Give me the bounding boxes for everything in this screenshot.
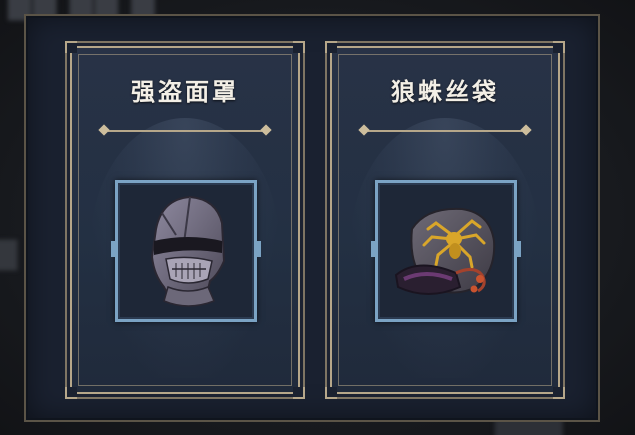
item-name: 狼蛛丝袋 <box>391 78 499 106</box>
card-corner-ornament <box>325 41 337 53</box>
item-icon-frame[interactable] <box>371 180 521 322</box>
reward-card-bandit-mask[interactable]: 强盗面罩 <box>65 41 305 399</box>
card-corner-ornament <box>325 387 337 399</box>
title-divider <box>358 124 532 136</box>
title-divider <box>98 124 272 136</box>
item-icon-frame[interactable] <box>111 180 261 322</box>
card-corner-ornament <box>293 387 305 399</box>
reward-card-tarantula-silk-bag[interactable]: 狼蛛丝袋 <box>325 41 565 399</box>
item-name: 强盗面罩 <box>131 78 239 106</box>
card-corner-ornament <box>65 41 77 53</box>
tarantula-silk-bag-icon <box>394 207 496 295</box>
card-corner-ornament <box>293 41 305 53</box>
card-corner-ornament <box>553 387 565 399</box>
card-corner-ornament <box>553 41 565 53</box>
background-blur-text: ▇ <box>0 236 18 271</box>
card-corner-ornament <box>65 387 77 399</box>
reward-panel: 强盗面罩 狼蛛丝袋 <box>24 14 600 422</box>
bandit-mask-icon <box>150 195 226 307</box>
reward-screen: ▇▇ ▇▇ ▇ ▇ ▇▇▇▇ 强盗面罩 狼蛛丝袋 <box>0 0 635 435</box>
